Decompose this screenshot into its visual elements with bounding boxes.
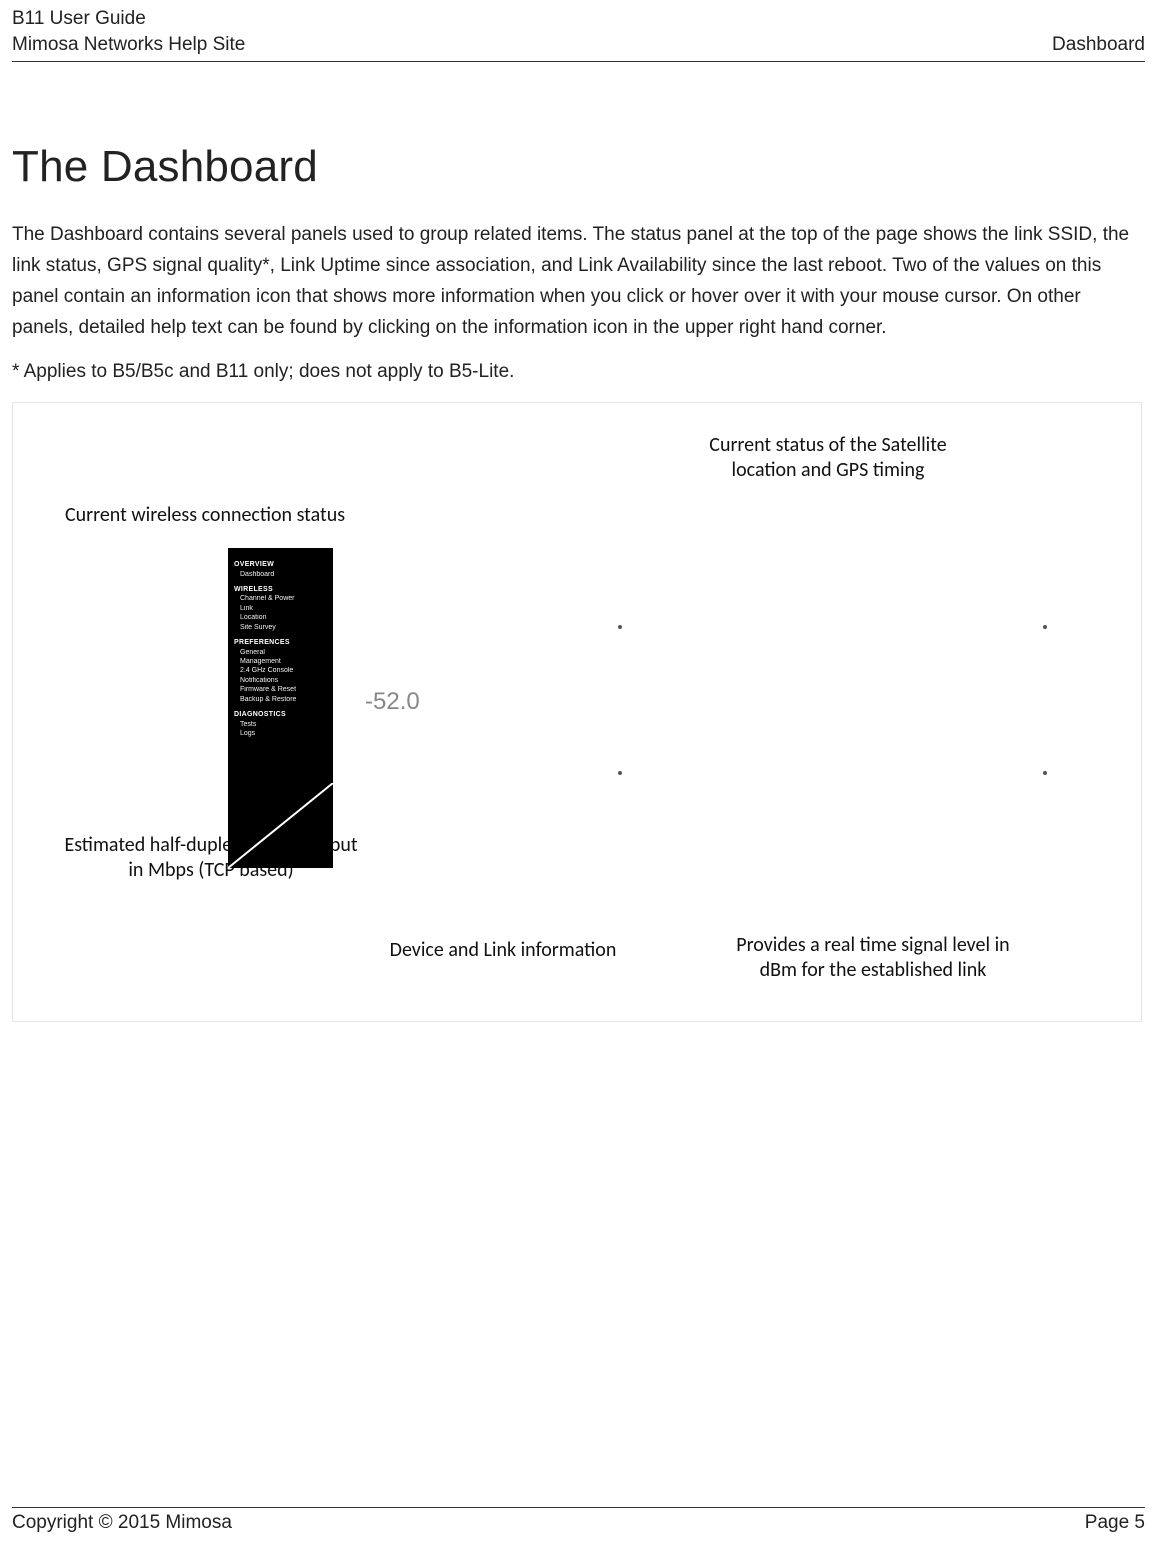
callout-device-link: Device and Link information xyxy=(353,938,653,963)
sidebar-section-overview: OVERVIEW Dashboard xyxy=(234,560,327,579)
callout-throughput-line1: Estimated half-duplex IP throughput xyxy=(31,833,391,858)
sidebar-item-console[interactable]: 2.4 GHz Console xyxy=(240,666,327,675)
sidebar-heading: PREFERENCES xyxy=(234,638,327,647)
callout-satellite-line2: location and GPS timing xyxy=(653,458,1003,483)
sidebar-heading: WIRELESS xyxy=(234,585,327,594)
sidebar-item-link[interactable]: Link xyxy=(240,604,327,613)
sidebar-item-backup-restore[interactable]: Backup & Restore xyxy=(240,695,327,704)
sidebar-item-location[interactable]: Location xyxy=(240,613,327,622)
page-number: Page 5 xyxy=(1085,1512,1145,1534)
page-footer: Copyright © 2015 Mimosa Page 5 xyxy=(12,1507,1145,1534)
sidebar-item-management[interactable]: Management xyxy=(240,657,327,666)
info-icon[interactable] xyxy=(1043,625,1047,629)
sidebar-item-logs[interactable]: Logs xyxy=(240,729,327,738)
page-header: B11 User Guide Mimosa Networks Help Site… xyxy=(12,0,1145,62)
sidebar-heading: OVERVIEW xyxy=(234,560,327,569)
footnote-paragraph: * Applies to B5/B5c and B11 only; does n… xyxy=(12,357,1145,388)
sidebar-item-firmware-reset[interactable]: Firmware & Reset xyxy=(240,685,327,694)
copyright: Copyright © 2015 Mimosa xyxy=(12,1512,232,1534)
callout-throughput-line2: in Mbps (TCP based) xyxy=(31,858,391,883)
sidebar-item-notifications[interactable]: Notifications xyxy=(240,676,327,685)
callout-signal-level: Provides a real time signal level in dBm… xyxy=(693,933,1053,983)
sidebar-item-dashboard[interactable]: Dashboard xyxy=(240,570,327,579)
info-icon[interactable] xyxy=(618,771,622,775)
sidebar-heading: DIAGNOSTICS xyxy=(234,710,327,719)
dashboard-annotated-screenshot: Current wireless connection status Curre… xyxy=(12,402,1142,1022)
callout-satellite-status: Current status of the Satellite location… xyxy=(653,433,1003,483)
sidebar-item-tests[interactable]: Tests xyxy=(240,720,327,729)
sidebar-diagonal-line xyxy=(228,783,333,868)
sidebar-item-general[interactable]: General xyxy=(240,648,327,657)
callout-throughput: Estimated half-duplex IP throughput in M… xyxy=(31,833,391,883)
page-title: The Dashboard xyxy=(12,142,1145,192)
doc-title: B11 User Guide xyxy=(12,6,146,32)
sidebar-section-preferences: PREFERENCES General Management 2.4 GHz C… xyxy=(234,638,327,704)
callout-signal-line1: Provides a real time signal level in xyxy=(693,933,1053,958)
callout-satellite-line1: Current status of the Satellite xyxy=(653,433,1003,458)
sidebar-item-site-survey[interactable]: Site Survey xyxy=(240,623,327,632)
footer-rule xyxy=(12,1507,1145,1508)
info-icon[interactable] xyxy=(618,625,622,629)
section-name: Dashboard xyxy=(1052,32,1145,58)
sidebar-item-channel-power[interactable]: Channel & Power xyxy=(240,594,327,603)
sidebar-section-diagnostics: DIAGNOSTICS Tests Logs xyxy=(234,710,327,738)
sidebar-section-wireless: WIRELESS Channel & Power Link Location S… xyxy=(234,585,327,632)
info-icon[interactable] xyxy=(1043,771,1047,775)
intro-paragraph: The Dashboard contains several panels us… xyxy=(12,220,1145,343)
callout-signal-line2: dBm for the established link xyxy=(693,958,1053,983)
site-name: Mimosa Networks Help Site xyxy=(12,32,245,58)
callout-wireless-status: Current wireless connection status xyxy=(65,503,405,528)
signal-value: -52.0 xyxy=(365,688,420,716)
header-rule xyxy=(12,61,1145,62)
